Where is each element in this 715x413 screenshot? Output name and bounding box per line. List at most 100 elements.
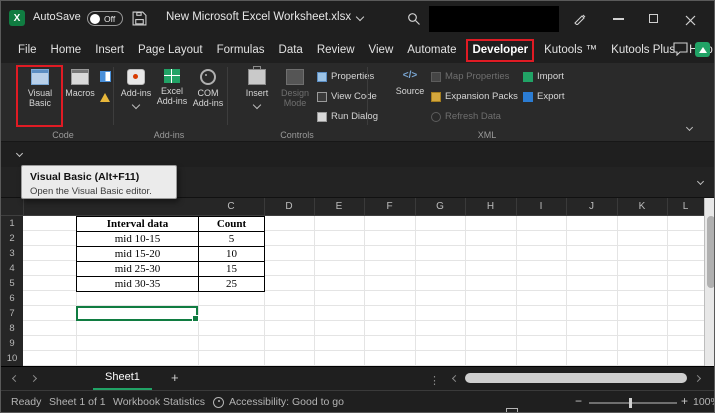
cell-B3[interactable]: mid 15-20 [77, 247, 199, 262]
cell-B5[interactable]: mid 30-35 [77, 277, 199, 292]
excel-addins-button[interactable]: Excel Add-ins [155, 69, 189, 107]
selected-cell[interactable] [76, 306, 198, 321]
insert-control-button[interactable]: Insert [241, 69, 273, 108]
row-header-9[interactable]: 9 [1, 336, 23, 351]
import-button[interactable]: Import [523, 71, 564, 82]
zoom-slider[interactable] [589, 402, 677, 404]
tab-kutools[interactable]: Kutools ™ [537, 38, 604, 63]
zoom-slider-thumb[interactable] [629, 398, 632, 408]
row-header-4[interactable]: 4 [1, 261, 23, 276]
row-header-3[interactable]: 3 [1, 246, 23, 261]
group-separator [367, 67, 368, 125]
sheet-tab-sheet1[interactable]: Sheet1 [93, 367, 152, 391]
column-header-E[interactable]: E [314, 198, 365, 215]
share-icon[interactable] [695, 42, 710, 57]
export-button[interactable]: Export [523, 91, 564, 102]
sheet-scroll-right-icon[interactable] [30, 375, 37, 382]
autosave-toggle[interactable]: Off [87, 11, 123, 26]
comments-icon[interactable] [673, 42, 688, 61]
properties-button[interactable]: Properties [317, 71, 374, 82]
row-header-2[interactable]: 2 [1, 231, 23, 246]
normal-view-icon[interactable] [506, 408, 518, 413]
row-header-8[interactable]: 8 [1, 321, 23, 336]
column-header-L[interactable]: L [667, 198, 705, 215]
hscroll-left-icon[interactable] [452, 375, 459, 382]
column-header-row: C D E F G H I J K L [1, 198, 704, 216]
column-header-J[interactable]: J [566, 198, 618, 215]
macro-security-icon[interactable] [100, 93, 110, 102]
search-icon[interactable] [407, 12, 421, 31]
formula-bar-expand-chevron[interactable] [697, 178, 704, 185]
tab-developer[interactable]: Developer [466, 39, 534, 62]
hscroll-right-icon[interactable] [694, 375, 701, 382]
select-all-corner[interactable] [1, 198, 24, 215]
vertical-scrollbar[interactable] [704, 198, 715, 366]
run-dialog-label: Run Dialog [331, 111, 378, 122]
column-header-K[interactable]: K [617, 198, 668, 215]
expansion-packs-button[interactable]: Expansion Packs [431, 91, 518, 102]
fill-handle[interactable] [192, 315, 199, 322]
minimize-button[interactable] [613, 18, 624, 20]
tab-data[interactable]: Data [272, 38, 310, 63]
design-mode-label: Design Mode [275, 88, 315, 109]
column-header-G[interactable]: G [415, 198, 466, 215]
cell-B1[interactable]: Interval data [77, 217, 199, 232]
zoom-in-button[interactable] [681, 394, 688, 408]
maximize-button[interactable] [649, 14, 658, 23]
tab-bar-divider-icon[interactable] [429, 371, 440, 389]
close-button[interactable] [685, 13, 696, 31]
macros-button[interactable]: Macros [63, 69, 97, 98]
save-icon[interactable] [132, 11, 147, 31]
cell-C3[interactable]: 10 [199, 247, 265, 262]
zoom-level[interactable]: 100% [693, 396, 715, 408]
vertical-scrollbar-thumb[interactable] [707, 216, 715, 288]
relative-references-icon[interactable] [100, 71, 111, 82]
column-header-I[interactable]: I [516, 198, 567, 215]
tab-kutools-plus[interactable]: Kutools Plus [604, 38, 682, 63]
status-bar: Ready Sheet 1 of 1 Workbook Statistics A… [1, 390, 715, 413]
sheet-count: Sheet 1 of 1 [49, 396, 106, 408]
column-header-F[interactable]: F [364, 198, 416, 215]
run-dialog-button[interactable]: Run Dialog [317, 111, 378, 122]
workbook-statistics[interactable]: Workbook Statistics [113, 396, 205, 408]
row-header-5[interactable]: 5 [1, 276, 23, 291]
tab-review[interactable]: Review [310, 38, 362, 63]
cell-C2[interactable]: 5 [199, 232, 265, 247]
insert-icon [248, 69, 266, 85]
tooltip-body: Open the Visual Basic editor. [30, 186, 168, 197]
cell-C5[interactable]: 25 [199, 277, 265, 292]
source-button[interactable]: Source [393, 69, 427, 96]
row-header-1[interactable]: 1 [1, 216, 23, 231]
tab-view[interactable]: View [362, 38, 401, 63]
tab-automate[interactable]: Automate [400, 38, 463, 63]
row-header-7[interactable]: 7 [1, 306, 23, 321]
horizontal-scrollbar-thumb[interactable] [465, 373, 687, 383]
column-header-D[interactable]: D [264, 198, 315, 215]
row-header-6[interactable]: 6 [1, 291, 23, 306]
column-header-H[interactable]: H [465, 198, 517, 215]
row-header-10[interactable]: 10 [1, 351, 23, 366]
cell-B4[interactable]: mid 25-30 [77, 262, 199, 277]
cell-C4[interactable]: 15 [199, 262, 265, 277]
excel-addins-icon [164, 69, 180, 83]
tab-page-layout[interactable]: Page Layout [131, 38, 210, 63]
tab-insert[interactable]: Insert [88, 38, 131, 63]
chevron-down-icon [253, 101, 261, 109]
accessibility-status[interactable]: Accessibility: Good to go [229, 396, 344, 408]
zoom-out-button[interactable] [575, 394, 582, 408]
tab-formulas[interactable]: Formulas [210, 38, 272, 63]
sheet-scroll-left-icon[interactable] [12, 375, 19, 382]
com-addins-button[interactable]: COM Add-ins [191, 69, 225, 109]
document-title[interactable]: New Microsoft Excel Worksheet.xlsx [166, 11, 363, 23]
cell-B2[interactable]: mid 10-15 [77, 232, 199, 247]
quick-access-chevron[interactable] [16, 150, 23, 157]
add-sheet-button[interactable]: + [171, 370, 179, 385]
tab-home[interactable]: Home [44, 38, 89, 63]
pen-icon[interactable] [573, 12, 586, 30]
ribbon-content: Visual Basic Macros Code Add-ins Excel A… [1, 63, 715, 141]
collapse-ribbon-chevron[interactable] [686, 124, 693, 131]
cell-C1[interactable]: Count [199, 217, 265, 232]
tab-file[interactable]: File [11, 38, 44, 63]
column-header-C[interactable]: C [198, 198, 265, 215]
addins-button[interactable]: Add-ins [119, 69, 153, 108]
